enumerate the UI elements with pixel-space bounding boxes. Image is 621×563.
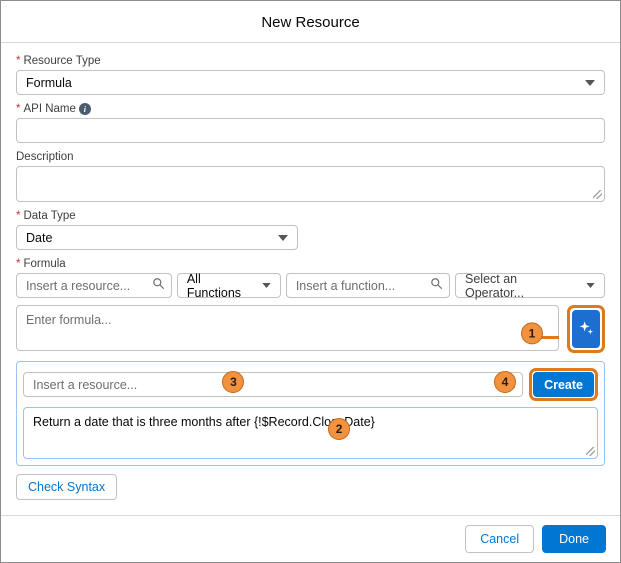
create-button[interactable]: Create [533, 372, 594, 397]
modal-footer: Cancel Done [1, 515, 620, 562]
operator-value: Select an Operator... [465, 272, 578, 300]
resize-handle-icon[interactable] [593, 190, 602, 199]
resize-handle-icon[interactable] [586, 447, 595, 456]
annotation-arrow [541, 336, 559, 339]
formula-editor[interactable]: Enter formula... [16, 305, 559, 351]
ai-prompt-panel: Create Return a date that is three month… [16, 361, 605, 466]
required-marker: * [16, 103, 20, 115]
modal-title: New Resource [17, 14, 604, 31]
data-type-label-text: Data Type [23, 210, 75, 222]
annotation-step-2: 2 [328, 418, 350, 440]
annotation-step-1: 1 [521, 322, 543, 344]
required-marker: * [16, 55, 20, 67]
resource-type-value: Formula [26, 76, 72, 90]
info-icon[interactable]: i [79, 103, 91, 115]
all-functions-dropdown[interactable]: All Functions [177, 273, 281, 298]
resource-type-select[interactable]: Formula [16, 70, 605, 95]
data-type-value: Date [26, 231, 52, 245]
data-type-label: *Data Type [16, 210, 605, 222]
formula-editor-placeholder: Enter formula... [26, 313, 111, 327]
description-label: Description [16, 151, 605, 163]
resource-search-input[interactable] [16, 273, 172, 298]
formula-editor-row: Enter formula... 1 [16, 305, 605, 353]
done-button[interactable]: Done [542, 525, 606, 553]
description-textarea[interactable] [16, 166, 605, 202]
resource-search [16, 273, 172, 298]
api-name-label-text: API Name [23, 103, 75, 115]
resource-type-label-text: Resource Type [23, 55, 100, 67]
api-name-label: *API Name i [16, 103, 605, 115]
required-marker: * [16, 210, 20, 222]
chevron-down-icon [585, 80, 595, 86]
ai-resource-search-input[interactable] [23, 372, 523, 397]
chevron-down-icon [586, 283, 595, 288]
annotation-step-4: 4 [494, 371, 516, 393]
ai-resource-search [23, 372, 523, 397]
cancel-button[interactable]: Cancel [465, 525, 534, 553]
api-name-input[interactable] [16, 118, 605, 143]
search-icon [152, 277, 165, 295]
search-icon [430, 277, 443, 295]
function-search [286, 273, 450, 298]
formula-label-text: Formula [23, 258, 65, 270]
all-functions-value: All Functions [187, 272, 254, 300]
check-syntax-button[interactable]: Check Syntax [16, 474, 117, 500]
chevron-down-icon [278, 235, 288, 241]
formula-toolbar: All Functions Select an Operator... [16, 273, 605, 298]
function-search-input[interactable] [286, 273, 450, 298]
data-type-select[interactable]: Date [16, 225, 298, 250]
operator-dropdown[interactable]: Select an Operator... [455, 273, 605, 298]
formula-label: *Formula [16, 258, 605, 270]
modal-body: *Resource Type Formula *API Name i Descr… [1, 43, 620, 515]
annotation-highlight-sparkle [567, 305, 605, 353]
ai-prompt-textarea[interactable]: Return a date that is three months after… [23, 407, 598, 459]
einstein-sparkle-button[interactable] [572, 310, 600, 348]
chevron-down-icon [262, 283, 271, 288]
resource-type-label: *Resource Type [16, 55, 605, 67]
description-label-text: Description [16, 151, 74, 163]
modal-header: New Resource [1, 1, 620, 43]
ai-prompt-text: Return a date that is three months after… [33, 415, 375, 429]
required-marker: * [16, 258, 20, 270]
annotation-highlight-create: Create [529, 368, 598, 401]
sparkle-icon [578, 320, 594, 339]
new-resource-modal: New Resource *Resource Type Formula *API… [0, 0, 621, 563]
